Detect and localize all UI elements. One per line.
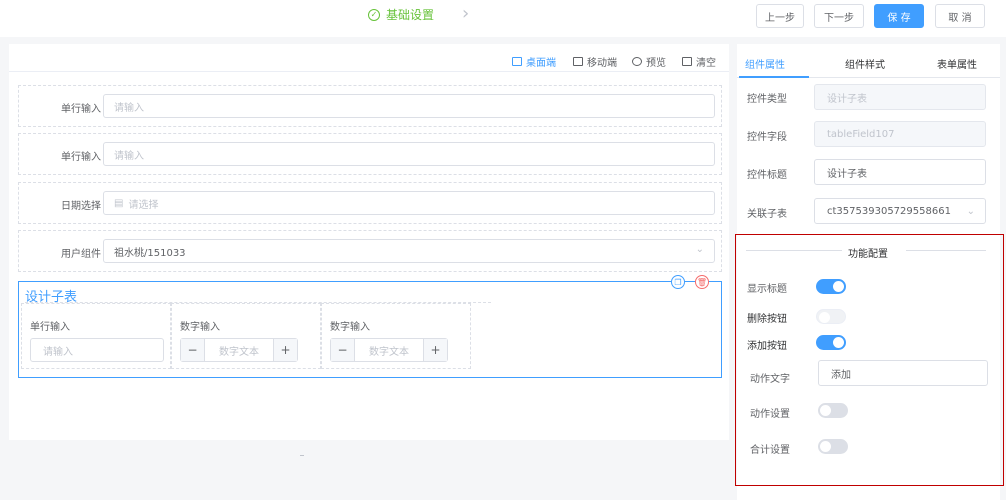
- mobile-view-button[interactable]: 移动端: [573, 54, 617, 69]
- text-input[interactable]: 请输入: [103, 142, 715, 166]
- plus-button[interactable]: +: [273, 339, 297, 361]
- copy-icon[interactable]: ❐: [671, 275, 685, 289]
- toggle-knob: [833, 281, 844, 292]
- step-label: 基础设置: [386, 8, 435, 22]
- delete-icon[interactable]: 🗑: [695, 275, 709, 289]
- action-text-input[interactable]: 添加: [818, 360, 988, 386]
- field-label: 日期选择: [61, 201, 101, 212]
- active-tab-indicator: [739, 76, 809, 78]
- mobile-icon: [573, 57, 583, 66]
- add-button-toggle[interactable]: [816, 335, 846, 350]
- check-circle-icon: ✓: [368, 8, 380, 21]
- tab-component-props[interactable]: 组件属性: [745, 56, 785, 71]
- toggle-knob: [820, 405, 831, 416]
- trash-icon: [682, 57, 692, 66]
- form-item-text-1[interactable]: 单行输入 请输入: [18, 85, 722, 127]
- text-input[interactable]: 请输入: [30, 338, 164, 362]
- form-item-user[interactable]: 用户组件 祖水桃/151033 ⌄: [18, 230, 722, 272]
- field-label: 单行输入: [61, 152, 101, 163]
- clear-label: 清空: [696, 58, 716, 69]
- cancel-button[interactable]: 取 消: [935, 4, 985, 28]
- control-type-input[interactable]: 设计子表: [814, 84, 986, 110]
- field-label: 用户组件: [61, 249, 101, 260]
- prop-label-subtable: 关联子表: [747, 209, 787, 220]
- date-placeholder: 请选择: [128, 199, 159, 211]
- subtable-component[interactable]: ❐ 🗑 设计子表 单行输入 请输入 数字输入 − 数字文本 + 数字输入 − 数…: [18, 275, 722, 378]
- calendar-icon: ▤: [114, 197, 124, 209]
- column-label: 数字输入: [180, 322, 220, 333]
- number-stepper[interactable]: − 数字文本 +: [330, 338, 448, 362]
- add-button-label: 添加按钮: [747, 341, 787, 352]
- canvas-toolbar: 桌面端 移动端 预览 清空: [9, 44, 729, 72]
- control-field-input[interactable]: tableField107: [814, 121, 986, 147]
- prop-label-title: 控件标题: [747, 170, 787, 181]
- show-title-label: 显示标题: [747, 284, 787, 295]
- form-item-date[interactable]: 日期选择 ▤ 请选择: [18, 182, 722, 224]
- play-icon: [632, 57, 642, 66]
- tab-component-style[interactable]: 组件样式: [845, 56, 885, 71]
- chevron-down-icon: ⌄: [695, 244, 704, 255]
- prop-label-field: 控件字段: [747, 132, 787, 143]
- subtable-column-number-2[interactable]: 数字输入 − 数字文本 +: [321, 303, 471, 369]
- plus-button[interactable]: +: [423, 339, 447, 361]
- action-setting-toggle[interactable]: [818, 403, 848, 418]
- tab-form-props[interactable]: 表单属性: [937, 56, 977, 71]
- minus-button[interactable]: −: [181, 339, 205, 361]
- related-subtable-value: ct357539305729558661: [827, 205, 951, 217]
- control-title-input[interactable]: 设计子表: [814, 159, 986, 185]
- desktop-label: 桌面端: [526, 58, 556, 69]
- next-step-button[interactable]: 下一步: [814, 4, 864, 28]
- field-label: 单行输入: [61, 104, 101, 115]
- desktop-view-button[interactable]: 桌面端: [512, 54, 556, 69]
- toggle-knob: [833, 337, 844, 348]
- date-picker[interactable]: ▤ 请选择: [103, 191, 715, 215]
- action-text-label: 动作文字: [750, 374, 790, 385]
- related-subtable-select[interactable]: ct357539305729558661 ⌄: [814, 198, 986, 224]
- monitor-icon: [512, 57, 522, 66]
- sum-setting-label: 合计设置: [750, 445, 790, 456]
- toggle-knob: [820, 441, 831, 452]
- column-label: 单行输入: [30, 322, 70, 333]
- user-value: 祖水桃/151033: [114, 247, 186, 259]
- clear-button[interactable]: 清空: [682, 54, 716, 69]
- preview-label: 预览: [646, 58, 666, 69]
- subtable-column-number-1[interactable]: 数字输入 − 数字文本 +: [171, 303, 321, 369]
- save-button[interactable]: 保 存: [874, 4, 924, 28]
- section-divider: [746, 250, 842, 251]
- delete-button-label: 删除按钮: [747, 314, 787, 325]
- form-item-text-2[interactable]: 单行输入 请输入: [18, 133, 722, 175]
- user-select[interactable]: 祖水桃/151033 ⌄: [103, 239, 715, 263]
- chevron-down-icon: ⌄: [966, 206, 975, 217]
- subtable-column-text[interactable]: 单行输入 请输入: [21, 303, 171, 369]
- action-setting-label: 动作设置: [750, 409, 790, 420]
- section-divider: [906, 250, 986, 251]
- top-bar: ✓ 基础设置 › 上一步 下一步 保 存 取 消: [0, 0, 1006, 34]
- step-arrow-icon: ›: [462, 3, 470, 24]
- column-label: 数字输入: [330, 322, 370, 333]
- function-config-title: 功能配置: [848, 249, 888, 260]
- prop-label-type: 控件类型: [747, 94, 787, 105]
- show-title-toggle[interactable]: [816, 279, 846, 294]
- preview-button[interactable]: 预览: [632, 54, 666, 69]
- mobile-label: 移动端: [587, 58, 617, 69]
- toggle-knob: [819, 312, 830, 323]
- step-basic-settings[interactable]: ✓ 基础设置: [368, 6, 434, 23]
- minus-button[interactable]: −: [331, 339, 355, 361]
- text-input[interactable]: 请输入: [103, 94, 715, 118]
- number-placeholder: 数字文本: [369, 346, 409, 358]
- prev-step-button[interactable]: 上一步: [756, 4, 804, 28]
- properties-tabs: 组件属性 组件样式 表单属性: [737, 44, 1000, 78]
- delete-button-toggle[interactable]: [816, 309, 846, 324]
- number-placeholder: 数字文本: [219, 346, 259, 358]
- divider-mark: [300, 455, 304, 456]
- sum-setting-toggle[interactable]: [818, 439, 848, 454]
- number-stepper[interactable]: − 数字文本 +: [180, 338, 298, 362]
